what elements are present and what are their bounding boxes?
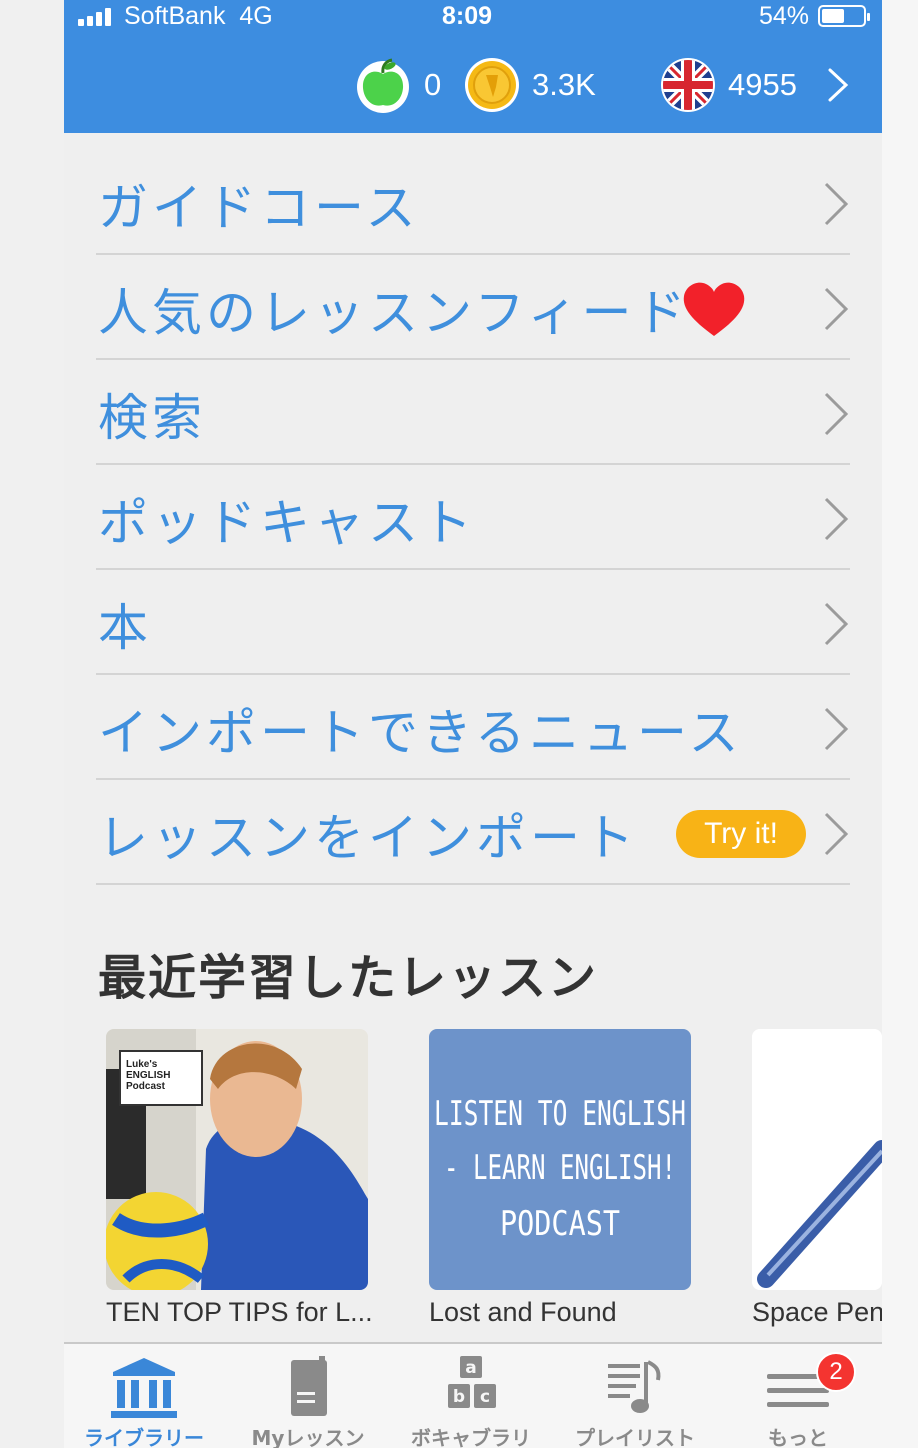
battery-icon: [818, 5, 870, 27]
menu-item-search[interactable]: 検索: [96, 360, 850, 465]
coins-value: 3.3K: [532, 67, 596, 102]
uk-flag-icon: [661, 58, 715, 112]
menu-item-import-lesson[interactable]: レッスンをインポート Try it!: [96, 780, 850, 885]
vocabulary-icon: a b c: [448, 1356, 496, 1408]
menu-item-label: ガイドコース: [98, 179, 420, 237]
chevron-right-icon: [824, 182, 849, 226]
svg-text:a: a: [465, 1358, 476, 1378]
svg-text:- LEARN ENGLISH!: - LEARN ENGLISH!: [444, 1148, 676, 1188]
menu-item-label: 本: [98, 599, 152, 657]
tab-library[interactable]: ライブラリー: [64, 1344, 224, 1448]
status-bar: SoftBank 4G 8:09 54%: [64, 0, 882, 38]
tab-label: ボキャブラリ: [411, 1426, 531, 1448]
chevron-right-icon: [824, 812, 849, 856]
svg-text:PODCAST: PODCAST: [500, 1204, 620, 1244]
svg-text:LISTEN TO ENGLISH: LISTEN TO ENGLISH: [434, 1094, 686, 1134]
lesson-thumbnail: Luke's ENGLISH Podcast: [106, 1029, 368, 1290]
svg-text:b: b: [453, 1387, 465, 1407]
menu-item-label: レッスンをインポート: [98, 809, 638, 867]
menu-item-importable-news[interactable]: インポートできるニュース: [96, 675, 850, 780]
app-header: SoftBank 4G 8:09 54% 0 3.3K 4955: [64, 0, 882, 133]
chevron-right-icon: [824, 602, 849, 646]
book-icon: [291, 1356, 327, 1416]
chevron-right-icon: [824, 707, 849, 751]
notification-badge: 2: [816, 1352, 856, 1392]
menu-item-label: 検索: [98, 389, 206, 447]
menu-item-label: ポッドキャスト: [98, 494, 476, 552]
playlist-icon: [608, 1360, 661, 1413]
svg-text:ENGLISH: ENGLISH: [126, 1070, 170, 1081]
carrier-label: SoftBank 4G: [124, 2, 273, 30]
tab-label: Myレッスン: [251, 1426, 365, 1448]
svg-text:Luke's: Luke's: [126, 1059, 158, 1070]
tab-more[interactable]: 2 もっと: [718, 1344, 878, 1448]
try-it-badge[interactable]: Try it!: [676, 810, 806, 858]
menu-item-podcasts[interactable]: ポッドキャスト: [96, 465, 850, 570]
lesson-thumbnail: LISTEN TO ENGLISH - LEARN ENGLISH! PODCA…: [429, 1029, 691, 1290]
apples-counter[interactable]: 0: [354, 56, 441, 114]
tab-my-lessons[interactable]: Myレッスン: [228, 1344, 388, 1448]
lesson-title: TEN TOP TIPS for L...: [106, 1297, 373, 1327]
language-points[interactable]: 4955: [660, 56, 797, 114]
coin-icon: [465, 58, 519, 112]
heart-icon: [683, 282, 745, 336]
menu-item-guided-course[interactable]: ガイドコース: [96, 150, 850, 255]
library-menu: ガイドコース 人気のレッスンフィード 検索 ポッドキャスト 本 インポートできる…: [96, 150, 850, 885]
clock: 8:09: [442, 2, 493, 30]
lesson-title: Lost and Found: [429, 1297, 617, 1327]
battery-percent: 54%: [759, 2, 810, 30]
tab-vocabulary[interactable]: a b c ボキャブラリ: [391, 1344, 551, 1448]
menu-item-books[interactable]: 本: [96, 570, 850, 675]
recent-lessons-carousel[interactable]: Luke's ENGLISH Podcast TEN TOP TIPS for …: [106, 1029, 882, 1339]
apples-value: 0: [424, 67, 442, 102]
chevron-right-icon: [824, 287, 849, 331]
tab-label: プレイリスト: [575, 1426, 695, 1448]
menu-item-label: インポートできるニュース: [98, 704, 743, 762]
chevron-right-icon: [824, 497, 849, 541]
tab-label: もっと: [768, 1426, 828, 1448]
library-icon: [111, 1358, 177, 1418]
chevron-right-icon: [824, 392, 849, 436]
language-points-value: 4955: [728, 67, 797, 102]
lesson-title: Space Pens: [752, 1297, 882, 1327]
tab-playlist[interactable]: プレイリスト: [555, 1344, 715, 1448]
lesson-thumbnail: [752, 1029, 882, 1290]
tab-label: ライブラリー: [84, 1426, 204, 1448]
svg-text:c: c: [480, 1387, 490, 1407]
signal-icon: [78, 8, 111, 26]
apple-icon: [357, 58, 409, 113]
recent-lessons-title: 最近学習したレッスン: [98, 950, 599, 1006]
bottom-tab-bar: ライブラリー Myレッスン a b c ボキャブラリ プレイリスト 2 もっと: [64, 1342, 882, 1448]
chevron-right-icon[interactable]: [826, 66, 850, 104]
coins-counter[interactable]: 3.3K: [464, 56, 596, 114]
menu-item-label: 人気のレッスンフィード: [98, 284, 690, 342]
svg-text:Podcast: Podcast: [126, 1081, 166, 1092]
